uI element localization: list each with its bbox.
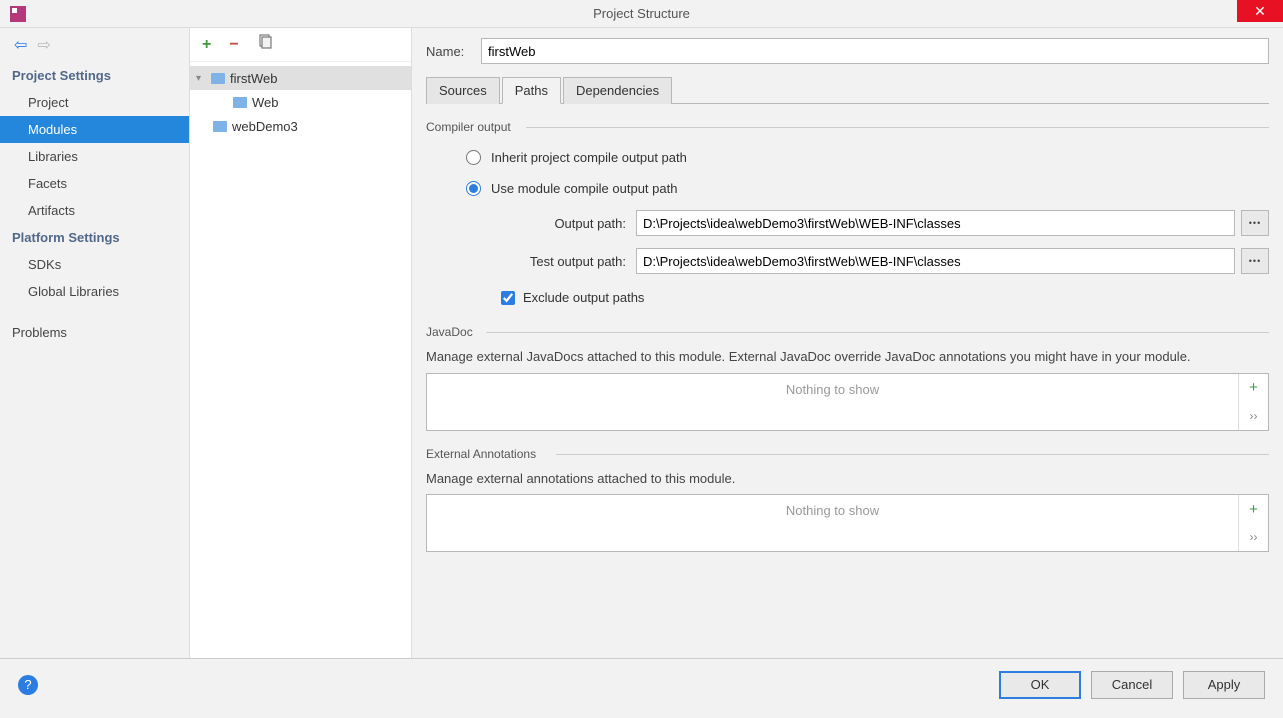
forward-arrow-icon[interactable]: ⇨	[37, 35, 50, 55]
test-output-path-input[interactable]	[636, 248, 1235, 274]
nav-project[interactable]: Project	[0, 89, 189, 116]
tree-node-web[interactable]: Web	[190, 90, 411, 114]
test-output-path-row: Test output path: •••	[426, 242, 1269, 280]
radio-inherit-label[interactable]: Inherit project compile output path	[491, 150, 687, 165]
javadoc-empty: Nothing to show	[427, 374, 1238, 430]
annotations-desc: Manage external annotations attached to …	[426, 469, 1269, 489]
section-platform-settings: Platform Settings	[0, 224, 189, 251]
folder-icon	[210, 71, 226, 85]
section-project-settings: Project Settings	[0, 62, 189, 89]
titlebar: Project Structure ✕	[0, 0, 1283, 28]
close-button[interactable]: ✕	[1237, 0, 1283, 22]
annotations-list: Nothing to show + ››	[426, 494, 1269, 552]
cancel-button[interactable]: Cancel	[1091, 671, 1173, 699]
nav-libraries[interactable]: Libraries	[0, 143, 189, 170]
nav-problems[interactable]: Problems	[0, 319, 189, 346]
tree-label: firstWeb	[230, 71, 277, 86]
annotations-more-icon[interactable]: ››	[1239, 523, 1268, 551]
nav-global-libraries[interactable]: Global Libraries	[0, 278, 189, 305]
browse-output-button[interactable]: •••	[1241, 210, 1269, 236]
group-compiler-output: Compiler output	[426, 120, 1269, 134]
radio-module-row: Use module compile output path	[426, 173, 1269, 204]
annotations-sidebtns: + ››	[1238, 495, 1268, 551]
exclude-checkbox[interactable]	[501, 291, 515, 305]
tab-dependencies[interactable]: Dependencies	[563, 77, 672, 104]
nav-facets[interactable]: Facets	[0, 170, 189, 197]
web-icon	[232, 95, 248, 109]
tree-node-webdemo3[interactable]: webDemo3	[190, 114, 411, 138]
remove-module-icon[interactable]: −	[229, 36, 238, 54]
javadoc-more-icon[interactable]: ››	[1239, 402, 1268, 430]
nav-arrows: ⇦ ⇨	[0, 28, 189, 62]
tree-label: Web	[252, 95, 279, 110]
tab-sources[interactable]: Sources	[426, 77, 500, 104]
copy-module-icon[interactable]	[257, 34, 273, 55]
nav-sdks[interactable]: SDKs	[0, 251, 189, 278]
tree-node-firstweb[interactable]: ▾ firstWeb	[190, 66, 411, 90]
radio-module-label[interactable]: Use module compile output path	[491, 181, 677, 196]
javadoc-add-icon[interactable]: +	[1239, 374, 1268, 402]
window-title: Project Structure	[593, 6, 690, 21]
caret-down-icon[interactable]: ▾	[196, 73, 210, 84]
name-input[interactable]	[481, 38, 1269, 64]
group-annotations: External Annotations	[426, 447, 1269, 461]
output-path-input[interactable]	[636, 210, 1235, 236]
exclude-label[interactable]: Exclude output paths	[523, 290, 644, 305]
radio-inherit[interactable]	[466, 150, 481, 165]
help-icon[interactable]: ?	[18, 675, 38, 695]
settings-sidebar: ⇦ ⇨ Project Settings Project Modules Lib…	[0, 28, 190, 658]
output-path-label: Output path:	[496, 216, 626, 231]
annotations-add-icon[interactable]: +	[1239, 495, 1268, 523]
exclude-row: Exclude output paths	[426, 280, 1269, 309]
apply-button[interactable]: Apply	[1183, 671, 1265, 699]
javadoc-list: Nothing to show + ››	[426, 373, 1269, 431]
group-javadoc: JavaDoc	[426, 325, 1269, 339]
main-area: ⇦ ⇨ Project Settings Project Modules Lib…	[0, 28, 1283, 658]
radio-inherit-row: Inherit project compile output path	[426, 142, 1269, 173]
nav-artifacts[interactable]: Artifacts	[0, 197, 189, 224]
footer: ? OK Cancel Apply	[0, 658, 1283, 710]
test-output-path-label: Test output path:	[496, 254, 626, 269]
folder-icon	[212, 119, 228, 133]
tree-label: webDemo3	[232, 119, 298, 134]
ok-button[interactable]: OK	[999, 671, 1081, 699]
nav-modules[interactable]: Modules	[0, 116, 189, 143]
module-tree: ▾ firstWeb Web webDemo3	[190, 62, 411, 142]
add-module-icon[interactable]: +	[202, 36, 211, 54]
output-path-row: Output path: •••	[426, 204, 1269, 242]
tab-paths[interactable]: Paths	[502, 77, 561, 104]
name-row: Name:	[426, 38, 1269, 64]
name-label: Name:	[426, 44, 481, 59]
tree-toolbar: + −	[190, 28, 411, 62]
javadoc-desc: Manage external JavaDocs attached to thi…	[426, 347, 1269, 367]
app-icon	[10, 6, 26, 22]
annotations-empty: Nothing to show	[427, 495, 1238, 551]
javadoc-sidebtns: + ››	[1238, 374, 1268, 430]
browse-test-output-button[interactable]: •••	[1241, 248, 1269, 274]
tabs: Sources Paths Dependencies	[426, 76, 1269, 104]
module-tree-panel: + − ▾ firstWeb Web webDemo3	[190, 28, 412, 658]
module-content: Name: Sources Paths Dependencies Compile…	[412, 28, 1283, 658]
back-arrow-icon[interactable]: ⇦	[14, 35, 27, 55]
radio-module[interactable]	[466, 181, 481, 196]
